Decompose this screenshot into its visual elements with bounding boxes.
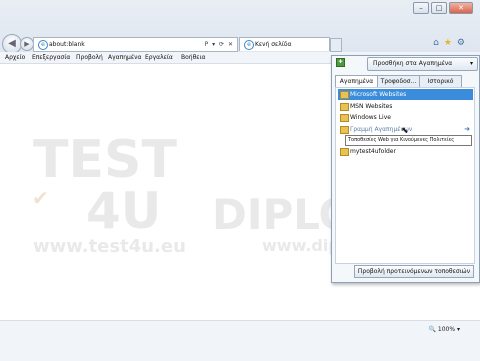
back-button[interactable]: ◀ (2, 34, 22, 54)
tab-label: Κενή σελίδα (255, 41, 292, 48)
ie-tab-icon: e (244, 40, 254, 50)
new-tab-button[interactable] (330, 38, 342, 52)
folder-icon (340, 114, 349, 122)
tab-feeds[interactable]: Τροφοδοσ... (377, 75, 420, 87)
add-to-favorites-button[interactable]: Προσθήκη στα Αγαπημένα ▾ (367, 57, 478, 71)
ie-page-icon: e (38, 40, 48, 50)
minimize-button[interactable]: – (413, 2, 429, 14)
zoom-level[interactable]: 🔍 100% ▾ (429, 326, 460, 333)
close-window-button[interactable]: ✕ (449, 2, 473, 14)
folder-icon (340, 126, 349, 134)
favorites-list: Microsoft Websites MSN Websites Windows … (335, 87, 475, 264)
menu-file[interactable]: Αρχείο (5, 52, 25, 63)
address-actions-icons[interactable]: P ▾ ⟳ ✕ (205, 39, 234, 50)
toolbar-right-icons: ⌂★⚙ (433, 38, 470, 48)
gear-icon[interactable]: ⚙ (457, 38, 470, 48)
tab-blank-page[interactable]: e Κενή σελίδα (239, 37, 330, 51)
tab-history[interactable]: Ιστορικό (419, 75, 462, 87)
list-item-microsoft-websites[interactable]: Microsoft Websites (338, 89, 473, 100)
tab-favorites[interactable]: Αγαπημένα (335, 75, 378, 87)
list-item-msn-websites[interactable]: MSN Websites (338, 101, 473, 112)
arrow-right-icon[interactable]: ➜ (464, 124, 470, 135)
menu-favorites[interactable]: Αγαπημένα (108, 52, 141, 63)
zoom-value: 100% (437, 326, 456, 333)
pin-favorites-center-icon[interactable]: ✚ (336, 58, 345, 67)
folder-icon (340, 103, 349, 111)
favorites-center-panel: ✚ Προσθήκη στα Αγαπημένα ▾ Αγαπημένα Τρο… (331, 55, 480, 283)
menu-edit[interactable]: Επεξεργασία (32, 52, 70, 63)
maximize-button[interactable]: □ (431, 2, 447, 14)
menu-view[interactable]: Προβολή (76, 52, 103, 63)
view-suggested-sites-button[interactable]: Προβολή προτεινόμενων τοποθεσιών (354, 265, 474, 278)
list-item-label: Microsoft Websites (350, 91, 407, 98)
list-item-mytest4ufolder[interactable]: mytest4ufolder (338, 146, 473, 157)
status-bar: 🔍 100% ▾ (0, 320, 480, 361)
watermark-url-test4u: www.test4u.eu (33, 236, 186, 257)
add-to-favorites-label: Προσθήκη στα Αγαπημένα (373, 60, 453, 67)
window-controls: – □ ✕ (411, 2, 473, 14)
list-item-label: mytest4ufolder (350, 148, 396, 155)
list-item-windows-live[interactable]: Windows Live (338, 112, 473, 123)
watermark-check-icon: ✔ (32, 186, 49, 210)
home-icon[interactable]: ⌂ (433, 38, 444, 48)
address-url[interactable]: about:blank (49, 39, 85, 50)
chevron-down-icon[interactable]: ▾ (470, 58, 473, 70)
list-item-label: MSN Websites (350, 103, 393, 110)
forward-button[interactable]: ▶ (20, 37, 34, 51)
folder-icon (340, 148, 349, 156)
menu-help[interactable]: Βοήθεια (181, 52, 206, 63)
watermark-4u: 4U (86, 182, 162, 240)
favorites-star-icon[interactable]: ★ (444, 38, 457, 48)
browser-titlebar: – □ ✕ ◀ ▶ e about:blank P ▾ ⟳ ✕ e Κενή σ… (0, 0, 480, 54)
watermark-test: TEST (33, 130, 177, 190)
folder-icon (340, 91, 349, 99)
address-bar[interactable]: e about:blank P ▾ ⟳ ✕ (33, 37, 238, 52)
mouse-cursor-icon: ⬉ (401, 126, 409, 136)
menu-tools[interactable]: Εργαλεία (145, 52, 173, 63)
list-item-label: Windows Live (350, 114, 391, 121)
tooltip: Τοποθεσίες Web για Κινούμενες Πολιτείες (345, 135, 472, 146)
